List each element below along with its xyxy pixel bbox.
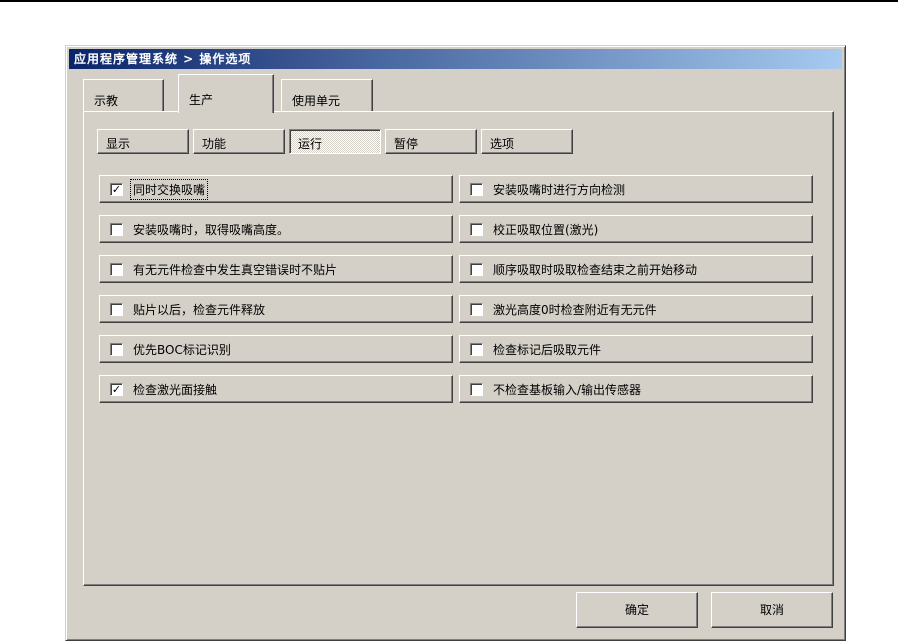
subtab-function[interactable]: 功能	[193, 129, 285, 154]
checkbox[interactable]	[470, 182, 483, 196]
tab-label: 使用单元	[292, 94, 341, 108]
option-row[interactable]: 激光高度0时检查附近有无元件	[459, 295, 813, 323]
subtab-run[interactable]: 运行	[289, 129, 381, 154]
cancel-button-label: 取消	[759, 603, 784, 617]
option-row[interactable]: 贴片以后，检查元件释放	[99, 295, 453, 323]
option-row[interactable]: ✓ 检查激光面接触	[99, 375, 453, 403]
checkbox[interactable]	[110, 342, 123, 356]
subtab-pause[interactable]: 暂停	[385, 129, 477, 154]
tab-used-unit[interactable]: 使用单元	[281, 79, 373, 112]
subtab-label: 暂停	[394, 137, 419, 151]
tab-label: 示教	[94, 94, 119, 108]
checkbox[interactable]	[470, 382, 483, 396]
checkbox-label: 检查标记后吸取元件	[493, 342, 602, 357]
checkbox-label: 贴片以后，检查元件释放	[133, 302, 266, 317]
checkbox-label: 激光高度0时检查附近有无元件	[493, 302, 657, 317]
subtab-display[interactable]: 显示	[97, 129, 189, 154]
subtab-label: 选项	[490, 137, 515, 151]
checkbox-label: 检查激光面接触	[133, 382, 218, 397]
ok-button-label: 确定	[624, 603, 649, 617]
checkbox[interactable]: ✓	[110, 382, 123, 396]
checkbox[interactable]	[470, 262, 483, 276]
checkbox[interactable]	[470, 222, 483, 236]
option-row[interactable]: 检查标记后吸取元件	[459, 335, 813, 363]
checkbox[interactable]	[110, 302, 123, 316]
checkbox[interactable]	[110, 262, 123, 276]
subtab-label: 运行	[298, 137, 323, 151]
checkbox-label: 顺序吸取时吸取检查结束之前开始移动	[493, 262, 698, 277]
ok-button[interactable]: 确定	[576, 592, 698, 628]
checkbox-label: 有无元件检查中发生真空错误时不贴片	[133, 262, 338, 277]
subtab-label: 功能	[202, 137, 227, 151]
checkbox[interactable]	[110, 222, 123, 236]
cancel-button[interactable]: 取消	[711, 592, 833, 628]
page: 应用程序管理系统 > 操作选项 示教 生产 使用单元 显示 功能 运行 暂停 选…	[0, 0, 913, 643]
checkbox-label: 安装吸嘴时进行方向检测	[493, 182, 626, 197]
option-row[interactable]: 安装吸嘴时进行方向检测	[459, 175, 813, 203]
option-row[interactable]: 校正吸取位置(激光)	[459, 215, 813, 243]
tab-production[interactable]: 生产	[178, 74, 274, 113]
option-row[interactable]: 安装吸嘴时，取得吸嘴高度。	[99, 215, 453, 243]
checkbox[interactable]: ✓	[110, 182, 123, 196]
option-row[interactable]: 不检查基板输入/输出传感器	[459, 375, 813, 403]
option-row[interactable]: ✓ 同时交换吸嘴	[99, 175, 453, 203]
dialog-title: 应用程序管理系统 > 操作选项	[74, 52, 252, 66]
options-dialog: 应用程序管理系统 > 操作选项 示教 生产 使用单元 显示 功能 运行 暂停 选…	[65, 45, 846, 641]
checkbox-label: 不检查基板输入/输出传感器	[493, 382, 642, 397]
subtab-option[interactable]: 选项	[481, 129, 573, 154]
subtab-label: 显示	[106, 137, 131, 151]
dialog-titlebar: 应用程序管理系统 > 操作选项	[69, 49, 842, 69]
tab-page-production: 显示 功能 运行 暂停 选项 ✓ 同时交换吸嘴 安装吸嘴时，取得吸嘴高度。 有无…	[83, 111, 834, 586]
tab-teach[interactable]: 示教	[83, 79, 164, 112]
checkbox-label: 同时交换吸嘴	[129, 178, 209, 200]
checkbox-label: 优先BOC标记识别	[133, 342, 231, 357]
tab-label: 生产	[189, 93, 214, 107]
page-top-rule	[0, 0, 898, 2]
checkbox[interactable]	[470, 342, 483, 356]
checkbox-label: 校正吸取位置(激光)	[493, 222, 599, 237]
option-row[interactable]: 有无元件检查中发生真空错误时不贴片	[99, 255, 453, 283]
option-row[interactable]: 优先BOC标记识别	[99, 335, 453, 363]
checkbox[interactable]	[470, 302, 483, 316]
option-row[interactable]: 顺序吸取时吸取检查结束之前开始移动	[459, 255, 813, 283]
checkbox-label: 安装吸嘴时，取得吸嘴高度。	[133, 222, 290, 237]
